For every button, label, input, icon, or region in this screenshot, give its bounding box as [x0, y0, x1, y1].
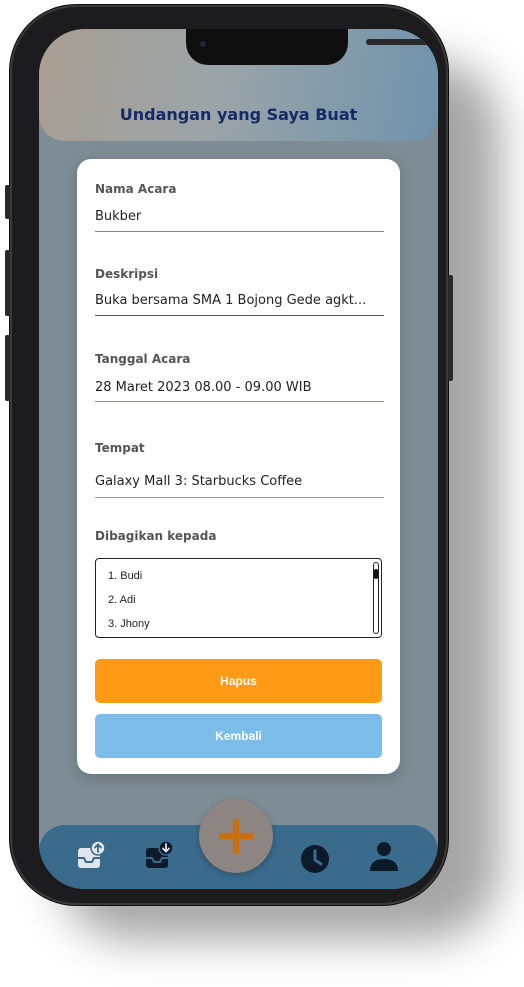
- nama-acara-label: Nama Acara: [95, 182, 177, 196]
- invitation-detail-card: Nama Acara Bukber Deskripsi Buka bersama…: [77, 159, 400, 774]
- list-item: 2. Adi: [108, 594, 136, 606]
- hapus-button[interactable]: Hapus: [95, 659, 382, 703]
- volume-up-button: [5, 250, 10, 316]
- deskripsi-label: Deskripsi: [95, 267, 159, 281]
- nama-acara-field[interactable]: Bukber: [95, 209, 383, 224]
- page-title: Undangan yang Saya Buat: [119, 105, 358, 124]
- notch: [186, 29, 436, 65]
- tanggal-acara-underline: [95, 401, 384, 402]
- tanggal-acara-field[interactable]: 28 Maret 2023 08.00 - 09.00 WIB: [95, 380, 383, 395]
- add-invitation-button[interactable]: +: [199, 799, 273, 873]
- upload-invitation-icon[interactable]: [75, 839, 107, 871]
- profile-icon[interactable]: [367, 839, 401, 873]
- list-item: 3. Jhony: [108, 618, 150, 630]
- phone-frame: Undangan yang Saya Buat Nama Acara Bukbe…: [5, 5, 453, 905]
- deskripsi-field[interactable]: Buka bersama SMA 1 Bojong Gede agkt...: [95, 293, 383, 308]
- download-invitation-icon[interactable]: [143, 839, 175, 871]
- front-camera: [198, 39, 208, 49]
- dibagikan-label: Dibagikan kepada: [95, 529, 217, 543]
- silent-switch: [5, 185, 10, 219]
- phone-screen: Undangan yang Saya Buat Nama Acara Bukbe…: [39, 29, 438, 889]
- tempat-field[interactable]: Galaxy Mall 3: Starbucks Coffee: [95, 474, 383, 489]
- power-button: [448, 275, 453, 381]
- nama-acara-underline: [95, 231, 384, 232]
- tempat-label: Tempat: [95, 441, 145, 455]
- scrollbar-thumb[interactable]: [374, 569, 378, 579]
- shared-with-list[interactable]: 1. Budi 2. Adi 3. Jhony: [95, 558, 382, 638]
- list-scrollbar[interactable]: [373, 562, 379, 634]
- deskripsi-underline: [95, 315, 384, 316]
- volume-down-button: [5, 335, 10, 401]
- tempat-underline: [95, 497, 384, 498]
- history-clock-icon[interactable]: [299, 843, 331, 875]
- tanggal-acara-label: Tanggal Acara: [95, 352, 191, 366]
- kembali-button[interactable]: Kembali: [95, 714, 382, 758]
- plus-icon: +: [213, 803, 259, 866]
- earpiece-speaker: [366, 39, 436, 45]
- list-item: 1. Budi: [108, 570, 143, 582]
